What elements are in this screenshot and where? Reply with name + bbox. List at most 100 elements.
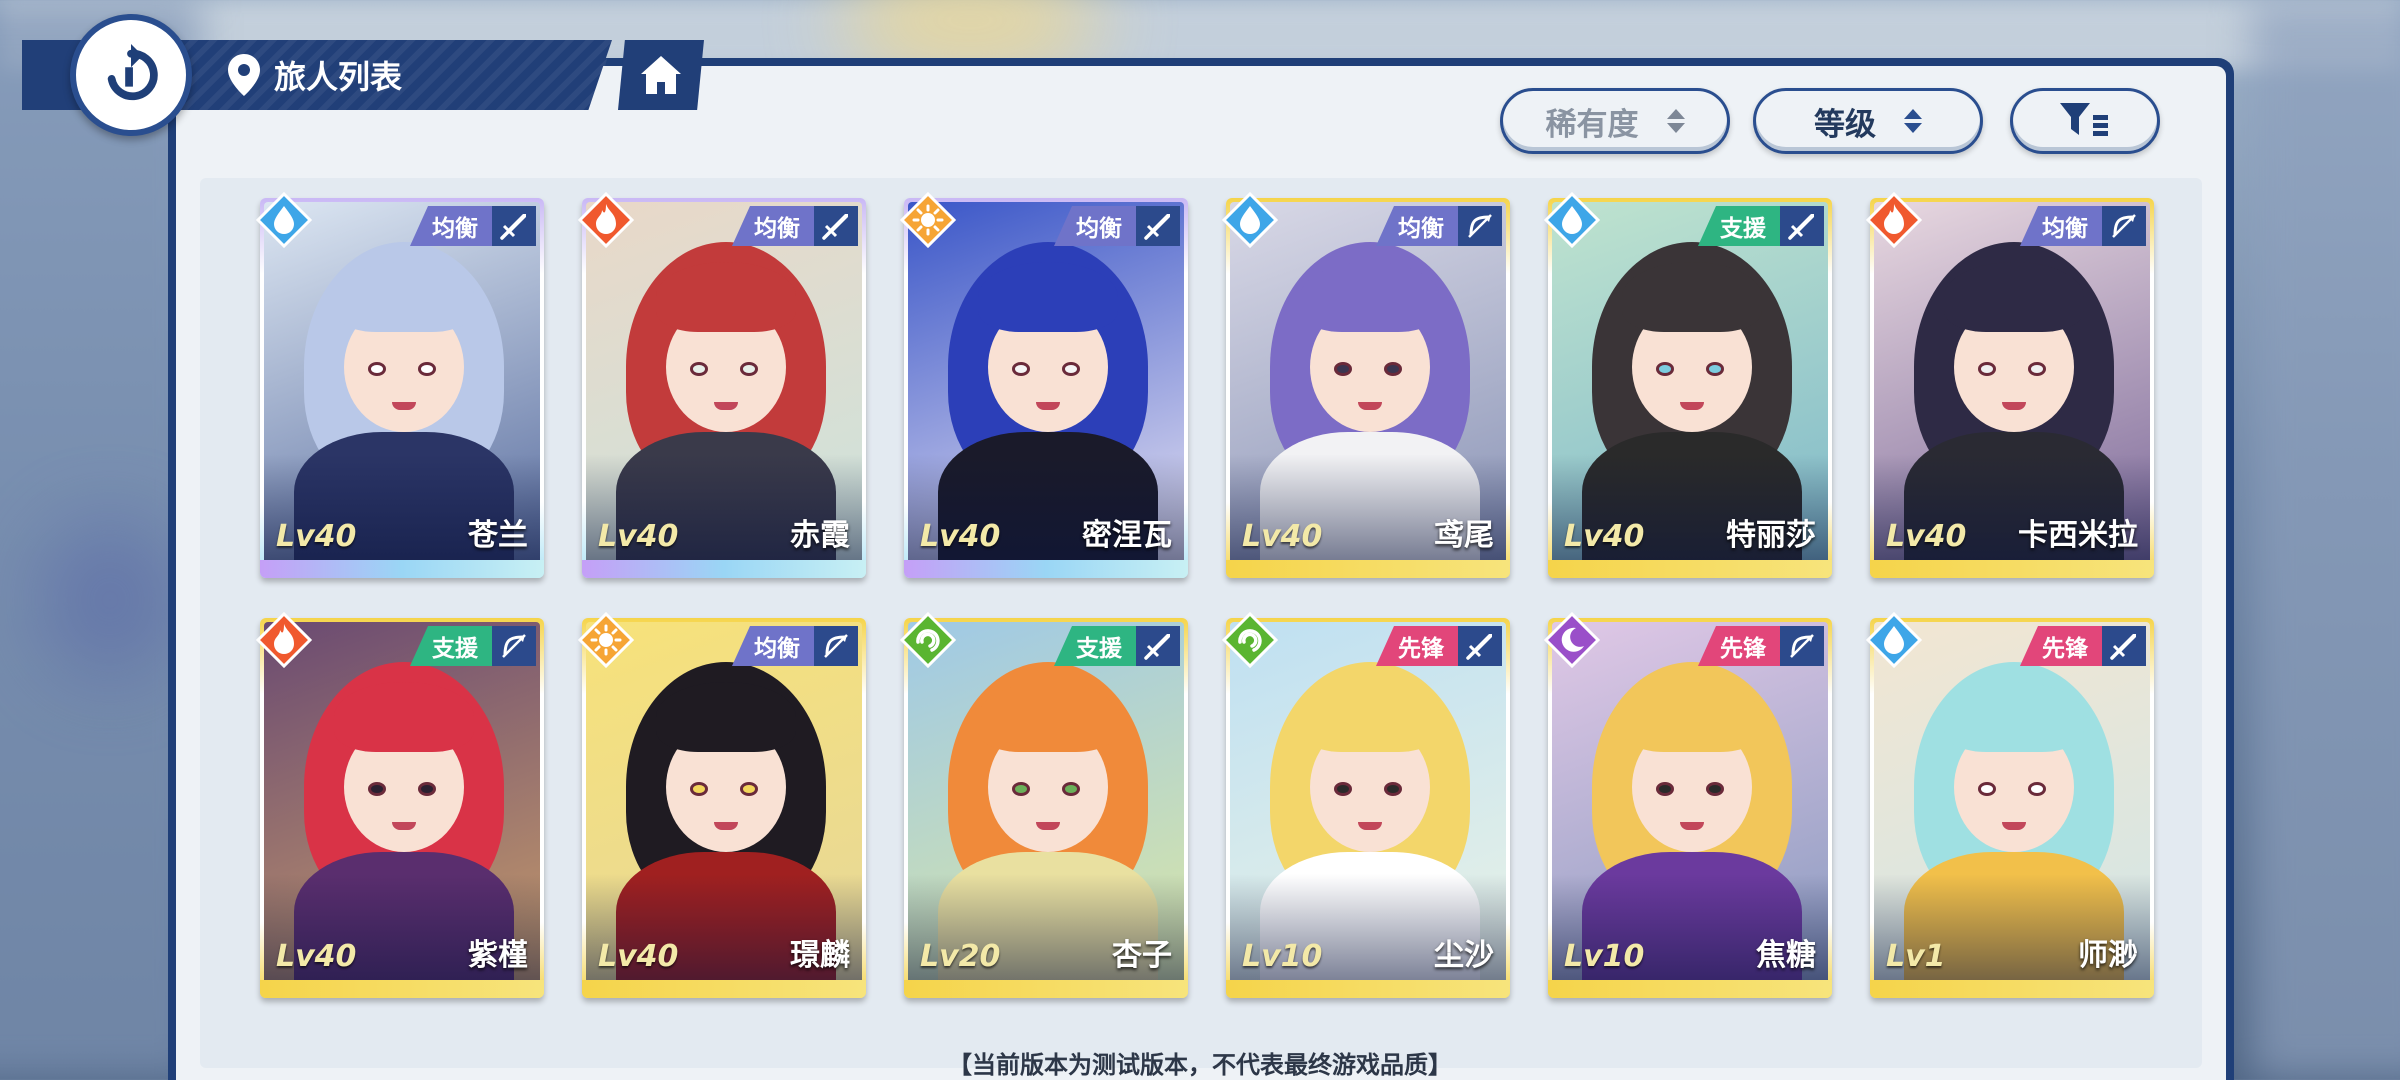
character-portrait: Lv40 特丽莎 xyxy=(1552,202,1828,564)
character-role: 均衡 xyxy=(732,206,814,246)
role-tag: 均衡 xyxy=(1376,206,1502,246)
weapon-type xyxy=(1780,626,1824,666)
character-portrait: Lv40 紫槿 xyxy=(264,622,540,984)
character-portrait: Lv40 鸢尾 xyxy=(1230,202,1506,564)
light-element-icon xyxy=(578,612,634,668)
character-card[interactable]: Lv40 鸢尾 均衡 xyxy=(1222,192,1510,578)
weapon-type xyxy=(492,206,536,246)
character-name: 尘沙 xyxy=(1434,938,1494,973)
character-portrait: Lv40 卡西米拉 xyxy=(1874,202,2150,564)
sword-icon xyxy=(500,214,526,240)
background-right-scenery xyxy=(2250,0,2400,1080)
character-name: 密涅瓦 xyxy=(1082,518,1172,553)
character-level: Lv10 xyxy=(1564,939,1645,974)
character-card[interactable]: Lv40 璟麟 均衡 xyxy=(578,612,866,998)
rarity-bar xyxy=(582,560,866,578)
page-title-group: 旅人列表 xyxy=(228,48,402,102)
weapon-type xyxy=(814,626,858,666)
sword-icon xyxy=(2110,634,2136,660)
character-card[interactable]: Lv40 紫槿 支援 xyxy=(256,612,544,998)
character-portrait: Lv10 尘沙 xyxy=(1230,622,1506,984)
character-card[interactable]: Lv40 密涅瓦 均衡 xyxy=(900,192,1188,578)
character-level: Lv40 xyxy=(598,519,679,554)
character-card[interactable]: Lv10 尘沙 先锋 xyxy=(1222,612,1510,998)
character-card[interactable]: Lv40 赤霞 均衡 xyxy=(578,192,866,578)
role-tag: 先锋 xyxy=(1376,626,1502,666)
character-name: 赤霞 xyxy=(790,518,850,553)
sort-arrows-icon xyxy=(1904,109,1922,133)
location-pin-icon xyxy=(228,54,260,96)
water-element-icon xyxy=(1222,192,1278,248)
character-card[interactable]: Lv10 焦糖 先锋 xyxy=(1544,612,1832,998)
sort-arrows-icon xyxy=(1666,109,1685,133)
character-level: Lv20 xyxy=(920,939,1001,974)
role-tag: 支援 xyxy=(410,626,536,666)
character-level: Lv10 xyxy=(1242,939,1323,974)
wind-element-icon xyxy=(1222,612,1278,668)
role-tag: 支援 xyxy=(1054,626,1180,666)
character-portrait: Lv1 师渺 xyxy=(1874,622,2150,984)
character-role: 均衡 xyxy=(1376,206,1458,246)
character-role: 支援 xyxy=(1054,626,1136,666)
character-name: 特丽莎 xyxy=(1726,518,1816,553)
sort-by-rarity-button[interactable]: 稀有度 xyxy=(1500,88,1730,154)
filter-icon xyxy=(2060,103,2108,136)
role-tag: 支援 xyxy=(1698,206,1824,246)
role-tag: 均衡 xyxy=(1054,206,1180,246)
character-name: 师渺 xyxy=(2078,938,2138,973)
water-element-icon xyxy=(1544,192,1600,248)
weapon-type xyxy=(1136,206,1180,246)
filter-button[interactable] xyxy=(2010,88,2160,154)
character-role: 支援 xyxy=(410,626,492,666)
water-element-icon xyxy=(256,192,312,248)
character-role: 均衡 xyxy=(410,206,492,246)
rarity-bar xyxy=(582,980,866,998)
test-version-notice: 【当前版本为测试版本，不代表最终游戏品质】 xyxy=(948,1051,1452,1079)
bow-icon xyxy=(1790,634,1814,658)
bow-icon xyxy=(824,634,848,658)
rarity-bar xyxy=(904,560,1188,578)
background-flowers xyxy=(40,520,180,680)
fire-element-icon xyxy=(256,612,312,668)
character-role: 支援 xyxy=(1698,206,1780,246)
rarity-bar xyxy=(260,980,544,998)
role-tag: 先锋 xyxy=(2020,626,2146,666)
character-card[interactable]: Lv1 师渺 先锋 xyxy=(1866,612,2154,998)
wind-element-icon xyxy=(900,612,956,668)
home-button[interactable] xyxy=(618,40,704,110)
character-role: 先锋 xyxy=(2020,626,2102,666)
character-role: 均衡 xyxy=(732,626,814,666)
sort-level-label: 等级 xyxy=(1814,106,1876,143)
weapon-type xyxy=(1136,626,1180,666)
character-card[interactable]: Lv40 苍兰 均衡 xyxy=(256,192,544,578)
character-level: Lv40 xyxy=(276,519,357,554)
character-card[interactable]: Lv40 特丽莎 支援 xyxy=(1544,192,1832,578)
character-level: Lv40 xyxy=(1242,519,1323,554)
bow-icon xyxy=(502,634,526,658)
weapon-type xyxy=(492,626,536,666)
home-icon xyxy=(641,56,681,94)
fire-element-icon xyxy=(1866,192,1922,248)
role-tag: 先锋 xyxy=(1698,626,1824,666)
character-name: 紫槿 xyxy=(468,938,528,973)
sword-icon xyxy=(822,214,848,240)
character-level: Lv40 xyxy=(1564,519,1645,554)
character-name: 璟麟 xyxy=(790,938,850,973)
character-portrait: Lv40 赤霞 xyxy=(586,202,862,564)
rarity-bar xyxy=(260,560,544,578)
rarity-bar xyxy=(1870,980,2154,998)
rarity-bar xyxy=(904,980,1188,998)
character-role: 先锋 xyxy=(1376,626,1458,666)
back-button[interactable] xyxy=(70,14,192,136)
character-card[interactable]: Lv40 卡西米拉 均衡 xyxy=(1866,192,2154,578)
role-tag: 均衡 xyxy=(2020,206,2146,246)
character-role: 均衡 xyxy=(1054,206,1136,246)
character-role: 均衡 xyxy=(2020,206,2102,246)
sort-by-level-button[interactable]: 等级 xyxy=(1753,88,1983,154)
character-portrait: Lv40 苍兰 xyxy=(264,202,540,564)
weapon-type xyxy=(1458,206,1502,246)
character-card[interactable]: Lv20 杏子 支援 xyxy=(900,612,1188,998)
weapon-type xyxy=(2102,206,2146,246)
character-portrait: Lv20 杏子 xyxy=(908,622,1184,984)
character-level: Lv40 xyxy=(920,519,1001,554)
